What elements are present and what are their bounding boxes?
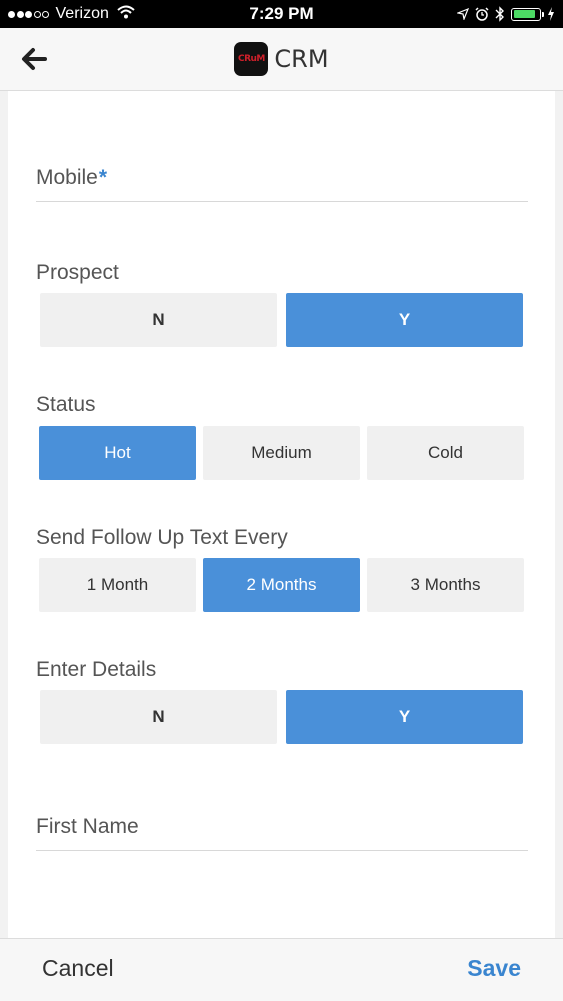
enter-details-option-y[interactable]: Y <box>286 690 523 744</box>
first-name-input[interactable] <box>36 850 528 851</box>
status-bar: Verizon 7:29 PM <box>0 0 563 28</box>
form-card <box>8 91 555 938</box>
status-option-medium[interactable]: Medium <box>203 426 360 480</box>
nav-bar: CRuM CRM <box>0 28 563 91</box>
prospect-label: Prospect <box>36 261 119 284</box>
app-logo: CRuM <box>234 42 269 76</box>
app-logo-text: CRuM <box>237 54 265 64</box>
cancel-button[interactable]: Cancel <box>42 955 114 982</box>
mobile-label-text: Mobile <box>36 166 98 189</box>
location-icon <box>457 8 469 20</box>
page-title: CRM <box>274 45 329 73</box>
enter-details-option-n[interactable]: N <box>40 690 277 744</box>
mobile-input[interactable] <box>36 201 528 202</box>
save-button[interactable]: Save <box>467 955 521 982</box>
prospect-option-n[interactable]: N <box>40 293 277 347</box>
follow-up-option-1-month[interactable]: 1 Month <box>39 558 196 612</box>
alarm-icon <box>475 7 489 21</box>
bottom-action-bar: Cancel Save <box>0 938 563 1001</box>
required-marker: * <box>98 166 108 189</box>
prospect-option-y[interactable]: Y <box>286 293 523 347</box>
status-label: Status <box>36 393 96 416</box>
nav-title-group: CRuM CRM <box>0 42 563 76</box>
mobile-label: Mobile* <box>36 166 107 190</box>
status-option-cold[interactable]: Cold <box>367 426 524 480</box>
enter-details-label: Enter Details <box>36 658 157 681</box>
status-option-hot[interactable]: Hot <box>39 426 196 480</box>
first-name-label: First Name <box>36 815 139 838</box>
status-bar-right <box>451 4 555 24</box>
battery-level-fill <box>513 10 535 18</box>
follow-up-option-3-months[interactable]: 3 Months <box>367 558 524 612</box>
charging-bolt-icon <box>547 7 555 21</box>
battery-icon <box>511 7 544 21</box>
follow-up-label: Send Follow Up Text Every <box>36 526 288 549</box>
bluetooth-icon <box>495 6 505 22</box>
follow-up-option-2-months[interactable]: 2 Months <box>203 558 360 612</box>
